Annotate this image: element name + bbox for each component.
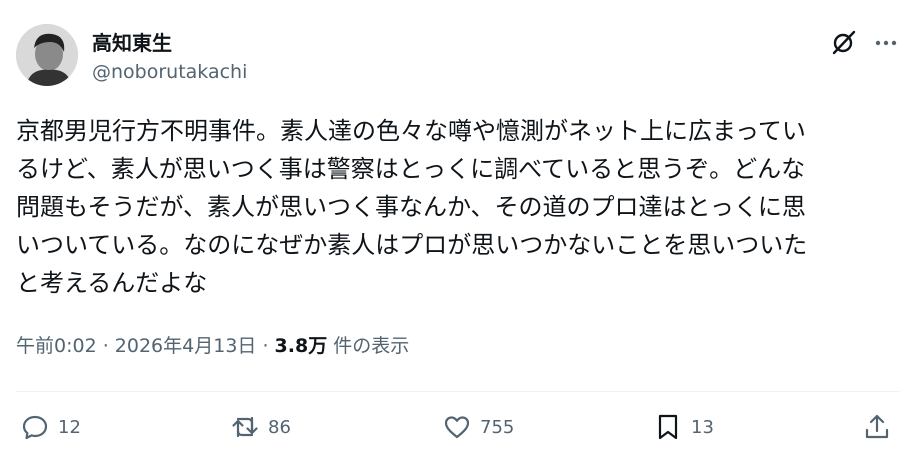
grok-icon[interactable]	[830, 28, 858, 56]
retweet-count: 86	[268, 416, 291, 438]
views-label[interactable]: 件の表示	[327, 335, 409, 357]
retweet-icon	[232, 416, 258, 438]
reply-count: 12	[58, 416, 81, 438]
tweet-text: 京都男児行方不明事件。素人達の色々な噂や憶測がネット上に広まってい るけど、素人…	[16, 117, 808, 297]
avatar[interactable]	[16, 24, 78, 86]
bookmark-icon	[658, 414, 678, 440]
tweet-meta: 午前0:02 · 2026年4月13日 · 3.8万 件の表示	[16, 333, 409, 359]
handle[interactable]: @noborutakachi	[92, 60, 247, 84]
reply-icon	[22, 415, 48, 440]
bookmark-button[interactable]: 13	[653, 404, 714, 450]
share-icon	[865, 414, 889, 439]
bookmark-count: 13	[691, 416, 714, 438]
divider	[16, 391, 900, 392]
avatar-image	[16, 24, 78, 86]
action-bar: 12 86 755 13	[0, 404, 907, 452]
tweet-date[interactable]: 2026年4月13日	[115, 335, 257, 357]
like-button[interactable]: 755	[442, 404, 514, 450]
views-count[interactable]: 3.8万	[275, 335, 328, 357]
like-count: 755	[480, 416, 515, 438]
meta-separator: ·	[96, 335, 115, 357]
heart-icon	[444, 416, 470, 439]
tweet-time[interactable]: 午前0:02	[16, 335, 97, 357]
meta-separator: ·	[256, 335, 275, 357]
display-name[interactable]: 高知東生	[92, 30, 172, 56]
share-button[interactable]	[862, 404, 892, 450]
more-icon[interactable]	[872, 28, 900, 56]
reply-button[interactable]: 12	[20, 404, 81, 450]
retweet-button[interactable]: 86	[230, 404, 291, 450]
